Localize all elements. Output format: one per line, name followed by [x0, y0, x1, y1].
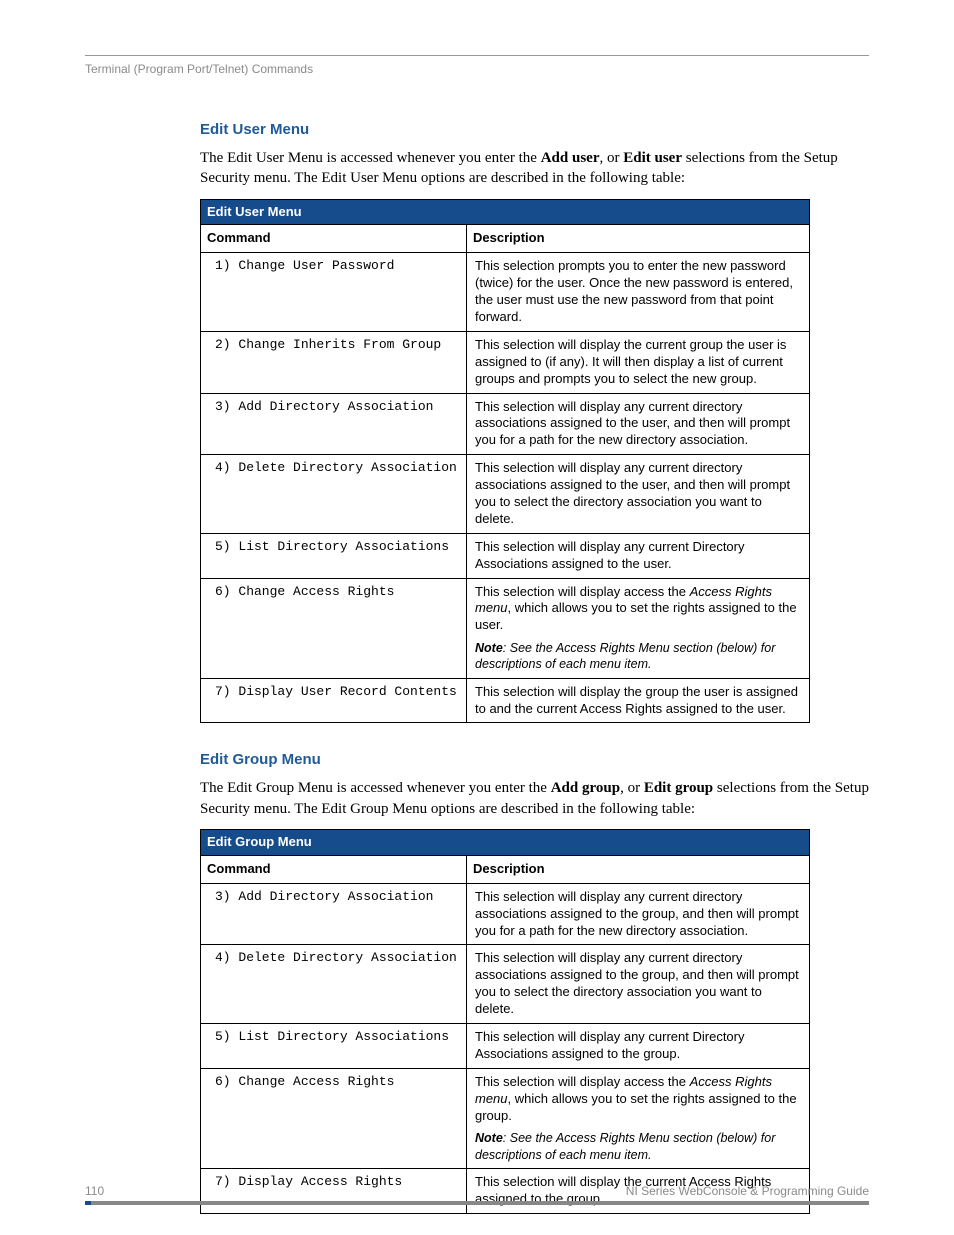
table-row: 4) Delete Directory Association This sel… [201, 945, 810, 1024]
table-title: Edit User Menu [201, 199, 810, 225]
edit-group-menu-table: Edit Group Menu Command Description 3) A… [200, 829, 810, 1214]
note-block: Note: See the Access Rights Menu section… [475, 640, 801, 673]
table-row: 3) Add Directory Association This select… [201, 393, 810, 455]
intro-bold-2: Edit group [644, 780, 713, 796]
table-row: 3) Add Directory Association This select… [201, 883, 810, 945]
table-row: 6) Change Access Rights This selection w… [201, 1068, 810, 1168]
guide-title: NI Series WebConsole & Programming Guide [626, 1184, 869, 1198]
table-row: 5) List Directory Associations This sele… [201, 533, 810, 578]
note-label: Note [475, 1131, 503, 1145]
edit-user-menu-intro: The Edit User Menu is accessed whenever … [200, 148, 869, 189]
description-cell: This selection will display access the A… [467, 1068, 810, 1168]
command-cell: 2) Change Inherits From Group [201, 331, 467, 393]
description-cell: This selection will display any current … [467, 945, 810, 1024]
footer: 110 NI Series WebConsole & Programming G… [85, 1184, 869, 1205]
description-cell: This selection will display the current … [467, 331, 810, 393]
table-row: 6) Change Access Rights This selection w… [201, 578, 810, 678]
description-cell: This selection will display any current … [467, 393, 810, 455]
intro-text: , or [599, 150, 623, 166]
description-cell: This selection will display any current … [467, 1024, 810, 1069]
description-cell: This selection will display any current … [467, 883, 810, 945]
command-cell: 3) Add Directory Association [201, 393, 467, 455]
edit-group-menu-intro: The Edit Group Menu is accessed whenever… [200, 778, 869, 819]
desc-text: This selection will display access the [475, 584, 690, 599]
command-cell: 6) Change Access Rights [201, 1068, 467, 1168]
desc-text: This selection will display access the [475, 1074, 690, 1089]
top-rule [85, 55, 869, 56]
note-text: : See the Access Rights Menu section (be… [475, 641, 775, 671]
edit-user-menu-table: Edit User Menu Command Description 1) Ch… [200, 199, 810, 724]
table-row: 5) List Directory Associations This sele… [201, 1024, 810, 1069]
intro-bold-1: Add group [551, 780, 620, 796]
table-row: 4) Delete Directory Association This sel… [201, 455, 810, 534]
column-header-command: Command [201, 225, 467, 253]
desc-text: , which allows you to set the rights ass… [475, 600, 797, 632]
running-head: Terminal (Program Port/Telnet) Commands [85, 62, 869, 76]
command-cell: 7) Display User Record Contents [201, 678, 467, 723]
description-cell: This selection prompts you to enter the … [467, 253, 810, 332]
content-area: Edit User Menu The Edit User Menu is acc… [200, 121, 869, 1214]
column-header-description: Description [467, 855, 810, 883]
command-cell: 4) Delete Directory Association [201, 455, 467, 534]
command-cell: 6) Change Access Rights [201, 578, 467, 678]
command-cell: 4) Delete Directory Association [201, 945, 467, 1024]
intro-text: , or [620, 780, 644, 796]
command-cell: 3) Add Directory Association [201, 883, 467, 945]
table-row: 7) Display User Record Contents This sel… [201, 678, 810, 723]
command-cell: 5) List Directory Associations [201, 1024, 467, 1069]
description-cell: This selection will display the group th… [467, 678, 810, 723]
desc-text: , which allows you to set the rights ass… [475, 1091, 797, 1123]
table-title: Edit Group Menu [201, 829, 810, 855]
column-header-description: Description [467, 225, 810, 253]
column-header-command: Command [201, 855, 467, 883]
intro-text: The Edit Group Menu is accessed whenever… [200, 780, 551, 796]
intro-text: The Edit User Menu is accessed whenever … [200, 150, 541, 166]
page: Terminal (Program Port/Telnet) Commands … [0, 0, 954, 1235]
description-cell: This selection will display any current … [467, 533, 810, 578]
note-text: : See the Access Rights Menu section (be… [475, 1131, 775, 1161]
note-block: Note: See the Access Rights Menu section… [475, 1130, 801, 1163]
command-cell: 1) Change User Password [201, 253, 467, 332]
page-number: 110 [85, 1184, 104, 1198]
intro-bold-1: Add user [541, 150, 600, 166]
description-cell: This selection will display any current … [467, 455, 810, 534]
note-label: Note [475, 641, 503, 655]
edit-user-menu-heading: Edit User Menu [200, 121, 869, 138]
command-cell: 5) List Directory Associations [201, 533, 467, 578]
footer-rule [85, 1201, 869, 1205]
edit-group-menu-heading: Edit Group Menu [200, 751, 869, 768]
table-row: 2) Change Inherits From Group This selec… [201, 331, 810, 393]
table-row: 1) Change User Password This selection p… [201, 253, 810, 332]
description-cell: This selection will display access the A… [467, 578, 810, 678]
intro-bold-2: Edit user [623, 150, 682, 166]
